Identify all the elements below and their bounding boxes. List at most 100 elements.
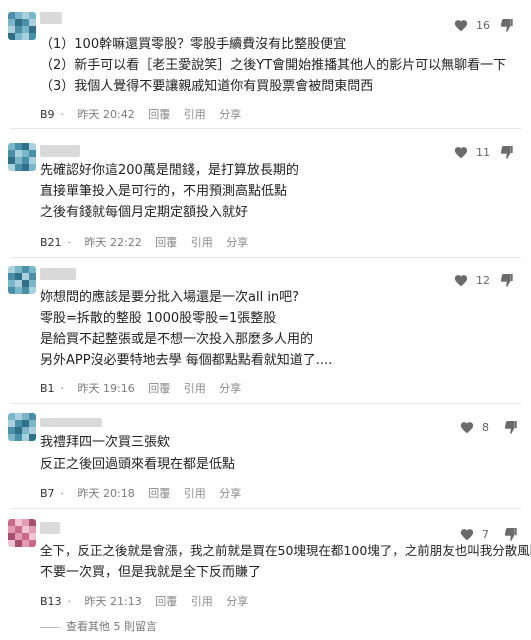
heart-icon[interactable]: [454, 19, 468, 32]
comment-meta: B7 · 昨天 20:18 回覆 引用 分享: [40, 485, 251, 501]
avatar-pixel: [29, 266, 36, 273]
thumbs-down-icon[interactable]: [504, 527, 517, 542]
comment-line: 我禮拜四一次買三張欸: [40, 435, 171, 450]
avatar-pixel: [15, 26, 22, 33]
avatar-pixel: [29, 164, 36, 171]
avatar-pixel: [15, 526, 22, 533]
username-blurred[interactable]: [40, 268, 76, 280]
avatar-pixel: [29, 19, 36, 26]
username-blurred[interactable]: [40, 145, 80, 157]
heart-icon[interactable]: [454, 146, 468, 159]
avatar-pixel: [8, 434, 15, 441]
like-count: 8: [482, 421, 489, 434]
avatar-pixel: [8, 143, 15, 150]
quote-link[interactable]: 引用: [184, 382, 206, 395]
username-blurred[interactable]: [40, 522, 60, 534]
avatar[interactable]: [8, 143, 36, 171]
reply-link[interactable]: 回覆: [155, 595, 177, 608]
timestamp: 昨天 20:42: [77, 108, 135, 121]
comment-line: （3）我個人覺得不要讓親戚知道你有買股票會被問東問西: [40, 79, 374, 94]
share-link[interactable]: 分享: [219, 487, 241, 500]
avatar-pixel: [22, 280, 29, 287]
comment-divider: [10, 403, 521, 404]
thumbs-down-icon[interactable]: [500, 273, 513, 288]
avatar-pixel: [29, 533, 36, 540]
thumbs-down-icon[interactable]: [504, 420, 517, 435]
share-link[interactable]: 分享: [219, 382, 241, 395]
comment-divider: [10, 508, 521, 509]
floor-number[interactable]: B7: [40, 487, 55, 500]
comment-line: 反正之後回過頭來看現在都是低點: [40, 457, 236, 472]
avatar-pixel: [8, 12, 15, 19]
comment-line: 零股=拆散的整股 1000股零股=1張整股: [40, 311, 277, 326]
comment-line: 妳想問的應該是要分批入場還是一次all in吧?: [40, 290, 300, 305]
avatar-pixel: [22, 33, 29, 40]
floor-number[interactable]: B13: [40, 595, 62, 608]
avatar[interactable]: [8, 12, 36, 40]
avatar-pixel: [15, 280, 22, 287]
quote-link[interactable]: 引用: [184, 487, 206, 500]
reply-link[interactable]: 回覆: [148, 487, 170, 500]
avatar-pixel: [22, 287, 29, 294]
avatar-pixel: [8, 533, 15, 540]
reply-link[interactable]: 回覆: [155, 236, 177, 249]
avatar-pixel: [15, 273, 22, 280]
avatar-pixel: [8, 150, 15, 157]
avatar-pixel: [29, 434, 36, 441]
avatar[interactable]: [8, 266, 36, 294]
avatar-pixel: [8, 266, 15, 273]
heart-icon[interactable]: [460, 421, 474, 434]
quote-link[interactable]: 引用: [191, 236, 213, 249]
vote-group: 11: [454, 145, 513, 160]
comment-divider: [10, 257, 521, 258]
quote-link[interactable]: 引用: [184, 108, 206, 121]
vote-group: 16: [454, 18, 513, 33]
username-blurred[interactable]: [40, 418, 102, 427]
floor-number[interactable]: B9: [40, 108, 55, 121]
view-more-replies-link[interactable]: 查看其他 5 則留言: [40, 618, 157, 634]
avatar-pixel: [22, 427, 29, 434]
heart-icon[interactable]: [454, 274, 468, 287]
avatar-pixel: [15, 150, 22, 157]
thumbs-down-icon[interactable]: [500, 145, 513, 160]
avatar-pixel: [29, 526, 36, 533]
comment-meta: B9 · 昨天 20:42 回覆 引用 分享: [40, 106, 251, 122]
avatar-pixel: [15, 427, 22, 434]
share-link[interactable]: 分享: [226, 595, 248, 608]
like-count: 7: [482, 528, 489, 541]
avatar-pixel: [29, 157, 36, 164]
share-link[interactable]: 分享: [219, 108, 241, 121]
thumbs-down-icon[interactable]: [500, 18, 513, 33]
avatar[interactable]: [8, 413, 36, 441]
view-more-label: 查看其他 5 則留言: [66, 620, 157, 633]
avatar-pixel: [15, 287, 22, 294]
avatar-pixel: [8, 427, 15, 434]
like-count: 11: [476, 146, 490, 159]
avatar-pixel: [22, 26, 29, 33]
reply-link[interactable]: 回覆: [148, 382, 170, 395]
avatar[interactable]: [8, 519, 36, 547]
dot: ·: [67, 236, 72, 249]
avatar-pixel: [15, 19, 22, 26]
avatar-pixel: [29, 12, 36, 19]
share-link[interactable]: 分享: [226, 236, 248, 249]
avatar-pixel: [29, 280, 36, 287]
comment-line: 全下，反正之後就是會漲，我之前就是買在50塊現在都100塊了，之前朋友也叫我分散…: [40, 543, 531, 558]
avatar-pixel: [15, 143, 22, 150]
comment-line: 另外APP沒必要特地去學 每個都點點看就知道了....: [40, 353, 333, 368]
avatar-pixel: [29, 273, 36, 280]
reply-link[interactable]: 回覆: [148, 108, 170, 121]
avatar-pixel: [29, 33, 36, 40]
vote-group: 8: [460, 420, 517, 435]
avatar-pixel: [22, 434, 29, 441]
comment-meta: B13 · 昨天 21:13 回覆 引用 分享: [40, 593, 258, 609]
avatar-pixel: [8, 33, 15, 40]
quote-link[interactable]: 引用: [191, 595, 213, 608]
timestamp: 昨天 21:13: [84, 595, 142, 608]
floor-number[interactable]: B1: [40, 382, 55, 395]
floor-number[interactable]: B21: [40, 236, 62, 249]
username-blurred[interactable]: [40, 12, 62, 24]
avatar-pixel: [8, 273, 15, 280]
avatar-pixel: [8, 157, 15, 164]
heart-icon[interactable]: [460, 528, 474, 541]
